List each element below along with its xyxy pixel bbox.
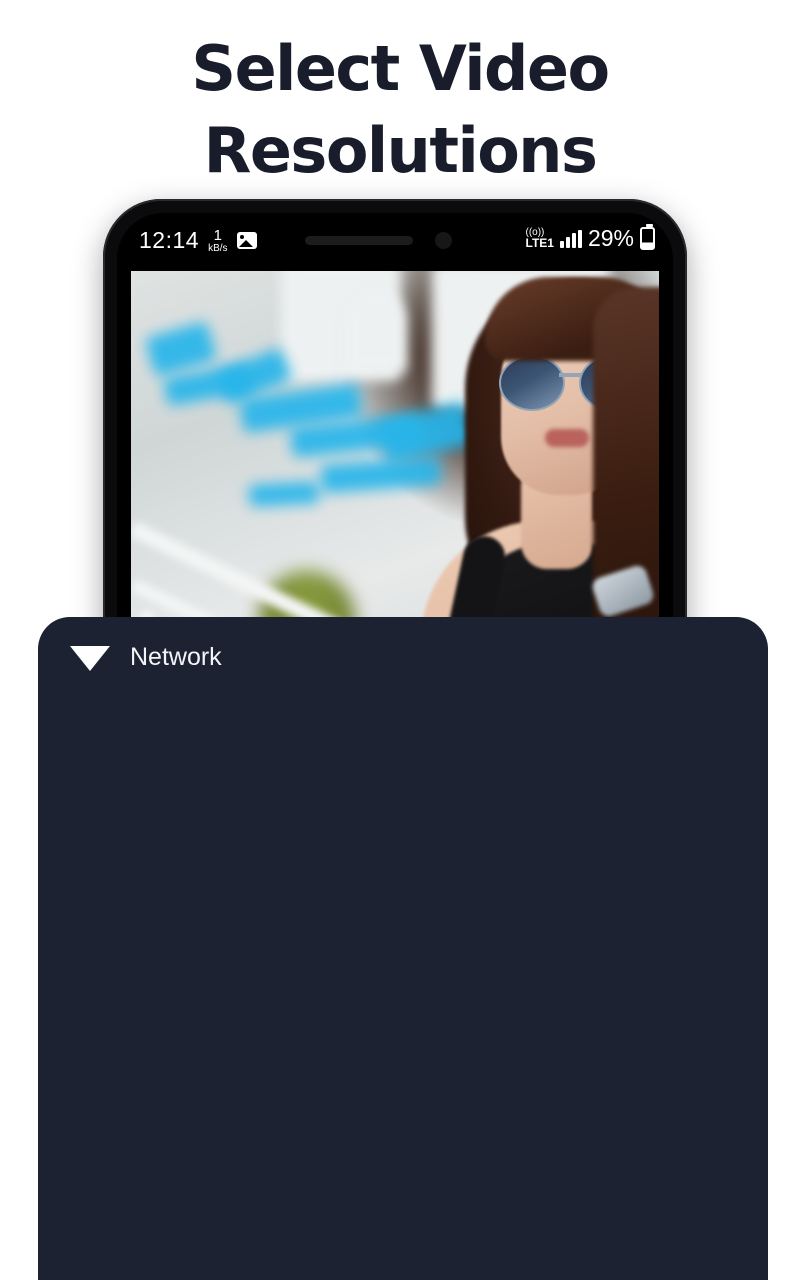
page-title-line-1: Select Video: [191, 32, 610, 105]
resolution-sheet: Network 08:00:00 Relaxing_Piano_Music：_S…: [38, 617, 768, 1280]
image-icon: [236, 232, 257, 249]
earpiece-speaker: [305, 235, 413, 245]
app-screenshot: Select Video Resolutions 12:14 1 kB/s ((…: [0, 0, 800, 1280]
phone-notch: [305, 227, 485, 253]
status-data-rate-unit: kB/s: [208, 242, 228, 254]
lens-left: [499, 355, 565, 411]
page-title-line-2: Resolutions: [203, 114, 598, 187]
status-bar-right: ((o)) LTE1 29%: [525, 224, 655, 252]
status-bar: 12:14 1 kB/s ((o)) LTE1 29%: [117, 213, 673, 271]
status-data-rate: 1 kB/s: [208, 228, 227, 254]
signal-bars-icon: [559, 229, 582, 248]
network-type-indicator: ((o)) LTE1: [525, 228, 554, 250]
lips-shape: [545, 429, 589, 447]
wifi-icon: [68, 642, 112, 672]
sheet-header-label: Network: [130, 642, 222, 671]
status-time: 12:14: [139, 227, 200, 253]
front-camera-icon: [435, 231, 452, 249]
battery-icon: [640, 224, 655, 250]
status-bar-left: 12:14 1 kB/s: [139, 227, 257, 254]
blue-lounger: [248, 481, 320, 507]
page-title: Select Video Resolutions: [0, 28, 800, 192]
network-type-label: LTE1: [525, 236, 554, 250]
battery-percent-label: 29%: [587, 225, 634, 251]
sheet-header: Network: [68, 642, 222, 672]
status-data-rate-value: 1: [213, 226, 222, 244]
